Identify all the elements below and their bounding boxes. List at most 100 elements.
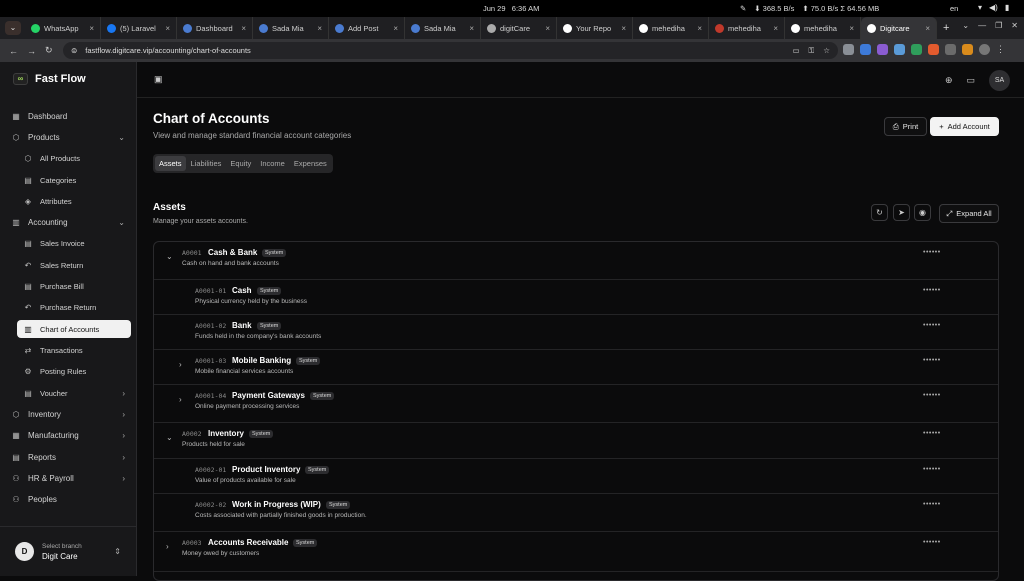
sidebar-item-reports[interactable]: ▤ Reports › (0, 448, 137, 466)
sidebar-item-hr-payroll[interactable]: ⚇ HR & Payroll › (0, 469, 137, 487)
row-actions[interactable]: •••••• (923, 392, 941, 399)
close-tab-icon[interactable]: × (849, 24, 854, 33)
chevron-right-icon[interactable]: › (179, 360, 182, 369)
account-row[interactable]: › A0001-04 Payment Gateways System Online pa… (154, 385, 998, 423)
os-lang[interactable]: en (950, 4, 958, 13)
browser-menu-icon[interactable]: ⋮ (996, 44, 1007, 55)
sidebar-toggle-icon[interactable]: ▣ (154, 74, 163, 85)
close-tab-icon[interactable]: × (165, 24, 170, 33)
browser-tab[interactable]: mehediha × (709, 17, 785, 39)
back-icon[interactable]: ← (9, 46, 18, 56)
url-text[interactable]: fastflow.digitcare.vip/accounting/chart-… (85, 46, 251, 55)
brand[interactable]: ∞ Fast Flow (13, 73, 86, 85)
close-tab-icon[interactable]: × (393, 24, 398, 33)
add-account-button[interactable]: + Add Account (930, 117, 999, 136)
browser-tab[interactable]: (5) Laravel × (101, 17, 177, 39)
tab-assets[interactable]: Assets (155, 156, 186, 171)
close-tab-icon[interactable]: × (545, 24, 550, 33)
site-info-icon[interactable]: ⊜ (71, 46, 77, 55)
sidebar-item-voucher[interactable]: ▤ Voucher › (0, 384, 137, 402)
tab-equity[interactable]: Equity (226, 156, 255, 171)
sidebar-item-peoples[interactable]: ⚇ Peoples (0, 490, 137, 508)
password-key-icon[interactable]: ⚿ (809, 46, 815, 56)
sidebar-item-posting-rules[interactable]: ⚙ Posting Rules (0, 362, 137, 380)
account-row[interactable]: › A0001-03 Mobile Banking System Mobile fina… (154, 350, 998, 385)
sidebar-item-sales-invoice[interactable]: ▤ Sales Invoice (0, 234, 137, 252)
row-actions[interactable]: •••••• (923, 357, 941, 364)
browser-tab[interactable]: Sada Mia × (253, 17, 329, 39)
sidebar-item-dashboard[interactable]: ▦ Dashboard (0, 107, 137, 125)
browser-tab[interactable]: Digitcare × (861, 17, 937, 39)
print-button[interactable]: ⎙ Print (884, 117, 927, 136)
sidebar-item-transactions[interactable]: ⇄ Transactions (0, 341, 137, 359)
close-window-icon[interactable]: ✕ (1011, 21, 1018, 30)
sidebar-item-sales-return[interactable]: ↶ Sales Return (0, 256, 137, 274)
address-bar[interactable]: ⊜ fastflow.digitcare.vip/accounting/char… (63, 42, 838, 59)
row-actions[interactable]: •••••• (923, 466, 941, 473)
chevron-right-icon[interactable]: › (179, 395, 182, 404)
branch-selector[interactable]: D Select branch Digit Care ⇕ (0, 526, 137, 576)
close-tab-icon[interactable]: × (773, 24, 778, 33)
account-row[interactable]: A0002-02 Work in Progress (WIP) System Cost… (154, 494, 998, 532)
account-row[interactable]: › A0003 Accounts Receivable System Money owe… (154, 532, 998, 572)
extension-icon[interactable] (860, 44, 871, 55)
new-tab-button[interactable]: + (943, 22, 949, 34)
extension-icon[interactable] (843, 44, 854, 55)
close-tab-icon[interactable]: × (621, 24, 626, 33)
minimize-icon[interactable]: — (978, 21, 986, 30)
tab-dropdown-icon[interactable]: ⌄ (962, 21, 969, 30)
expand-all-button[interactable]: ⤢ Expand All (939, 204, 999, 223)
chevron-down-icon[interactable]: ⌄ (166, 252, 173, 261)
eye-icon[interactable]: ◉ (914, 204, 931, 221)
close-tab-icon[interactable]: × (89, 24, 94, 33)
profile-avatar[interactable] (979, 44, 990, 55)
globe-icon[interactable]: ⊕ (945, 75, 953, 86)
close-tab-icon[interactable]: × (241, 24, 246, 33)
extension-icon[interactable] (911, 44, 922, 55)
chevron-down-icon[interactable]: ⌄ (166, 433, 173, 442)
row-actions[interactable]: •••••• (923, 322, 941, 329)
extensions-puzzle-icon[interactable] (945, 44, 956, 55)
sidebar-item-accounting[interactable]: ▥ Accounting ⌄ (0, 213, 137, 231)
maximize-icon[interactable]: ❐ (995, 21, 1002, 30)
tab-income[interactable]: Income (256, 156, 289, 171)
browser-tab[interactable]: Dashboard × (177, 17, 253, 39)
avatar[interactable]: SA (989, 70, 1010, 91)
download-icon[interactable] (962, 44, 973, 55)
account-row[interactable]: ⌄ A0002 Inventory System Products held for s… (154, 423, 998, 459)
row-actions[interactable]: •••••• (923, 539, 941, 546)
extension-icon[interactable] (928, 44, 939, 55)
close-tab-icon[interactable]: × (697, 24, 702, 33)
extension-icon[interactable] (877, 44, 888, 55)
close-tab-icon[interactable]: × (469, 24, 474, 33)
row-actions[interactable]: •••••• (923, 430, 941, 437)
network-icon[interactable]: ▾ (978, 3, 982, 12)
cast-icon[interactable]: ▭ (792, 46, 799, 56)
chevron-right-icon[interactable]: › (166, 542, 169, 551)
browser-tab[interactable]: digitCare × (481, 17, 557, 39)
refresh-icon[interactable]: ↻ (871, 204, 888, 221)
forward-icon[interactable]: → (27, 46, 36, 56)
sidebar-item-purchase-bill[interactable]: ▤ Purchase Bill (0, 277, 137, 295)
tab-liabilities[interactable]: Liabilities (187, 156, 226, 171)
browser-tab[interactable]: mehediha × (785, 17, 861, 39)
sidebar-item-manufacturing[interactable]: ▦ Manufacturing › (0, 426, 137, 444)
close-tab-icon[interactable]: × (317, 24, 322, 33)
row-actions[interactable]: •••••• (923, 249, 941, 256)
volume-icon[interactable]: ◀) (989, 3, 998, 12)
browser-tab[interactable]: WhatsApp × (25, 17, 101, 39)
sidebar-item-all-products[interactable]: ⬡ All Products (0, 149, 137, 167)
account-row[interactable]: A0001-01 Cash System Physical currency held… (154, 280, 998, 315)
browser-tab[interactable]: mehediha × (633, 17, 709, 39)
browser-tab[interactable]: Sada Mia × (405, 17, 481, 39)
monitor-icon[interactable]: ▭ (966, 75, 975, 86)
sidebar-item-purchase-return[interactable]: ↶ Purchase Return (0, 298, 137, 316)
tab-expenses[interactable]: Expenses (290, 156, 331, 171)
row-actions[interactable]: •••••• (923, 501, 941, 508)
tab-search-icon[interactable]: ⌄ (5, 21, 21, 35)
battery-icon[interactable]: ▮ (1005, 3, 1009, 12)
bookmark-star-icon[interactable]: ☆ (823, 46, 830, 56)
account-row[interactable]: A0002-01 Product Inventory System Value of … (154, 459, 998, 494)
reload-icon[interactable]: ↻ (45, 45, 53, 56)
account-row[interactable]: A0001-02 Bank System Funds held in the comp… (154, 315, 998, 350)
